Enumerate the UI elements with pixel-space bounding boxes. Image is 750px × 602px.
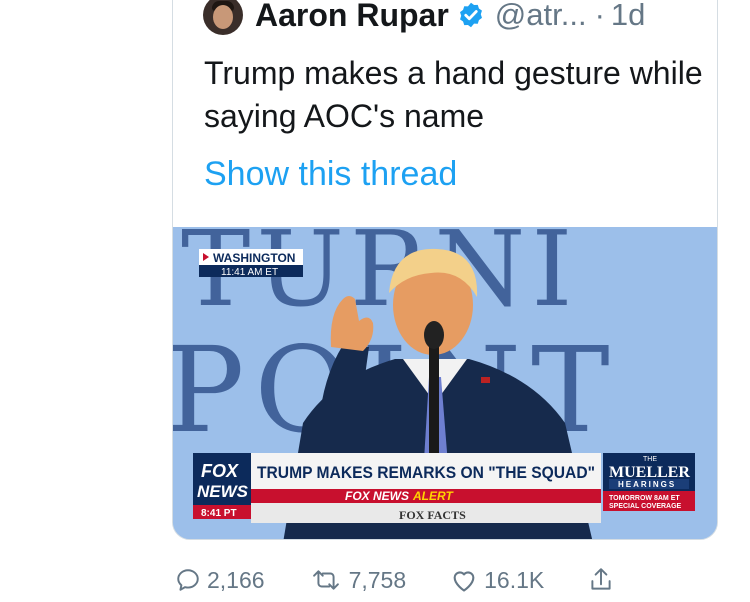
reply-count: 2,166 [207, 566, 265, 593]
tweet-card[interactable]: Aaron Rupar @atr... · 1d Trump makes a h… [172, 0, 718, 540]
retweet-icon [312, 570, 339, 590]
retweet-button[interactable]: 7,758 [309, 566, 407, 594]
separator-dot: · [594, 0, 605, 32]
tweet-media[interactable]: TURNI POINT WASHINGTON 1 [173, 227, 717, 539]
tweet-text: Trump makes a hand gesture while saying … [204, 55, 703, 134]
location-label: WASHINGTON [213, 251, 295, 265]
alert-label: ALERT [412, 489, 454, 503]
location-time: 11:41 AM ET [221, 267, 278, 278]
ticker-text: FOX FACTS [399, 508, 466, 522]
logo-line1: FOX [201, 461, 239, 481]
like-count: 16.1K [484, 566, 545, 593]
share-button[interactable] [588, 566, 620, 594]
reply-icon [177, 569, 199, 591]
side-title: MUELLER [609, 464, 690, 481]
fox-news-logo: FOX NEWS 8:41 PT [193, 453, 251, 519]
side-the: THE [643, 456, 657, 463]
side-line2: SPECIAL COVERAGE [609, 503, 682, 510]
share-icon [591, 568, 611, 590]
show-thread-link[interactable]: Show this thread [204, 155, 457, 194]
handle[interactable]: @atr... [495, 0, 587, 33]
avatar[interactable] [203, 0, 243, 35]
logo-line2: NEWS [197, 482, 249, 501]
backdrop-text-top: TURNI [181, 227, 578, 330]
like-button[interactable]: 16.1K [450, 567, 544, 594]
action-bar: 2,166 7,758 16.1K [175, 564, 664, 596]
timestamp[interactable]: 1d [611, 0, 645, 33]
headline-banner: TRUMP MAKES REMARKS ON "THE SQUAD" FOX N… [251, 453, 601, 523]
avatar-face [213, 5, 233, 29]
video-frame: TURNI POINT WASHINGTON 1 [173, 227, 717, 539]
retweet-count: 7,758 [348, 566, 407, 593]
reply-button[interactable]: 2,166 [175, 567, 265, 594]
heart-icon [453, 571, 475, 592]
display-name[interactable]: Aaron Rupar [255, 0, 449, 34]
mueller-panel: THE MUELLER HEARINGS TOMORROW 8AM ET SPE… [603, 453, 695, 511]
location-bug: WASHINGTON 11:41 AM ET [199, 249, 303, 278]
side-line1: TOMORROW 8AM ET [609, 495, 680, 502]
network-time: 8:41 PT [201, 508, 237, 519]
tweet-header: Aaron Rupar @atr... · 1d [203, 0, 645, 35]
headline-text: TRUMP MAKES REMARKS ON "THE SQUAD" [257, 463, 595, 482]
alert-brand: FOX NEWS [345, 489, 409, 503]
side-subtitle: HEARINGS [618, 480, 676, 489]
verified-badge-icon [459, 2, 482, 28]
